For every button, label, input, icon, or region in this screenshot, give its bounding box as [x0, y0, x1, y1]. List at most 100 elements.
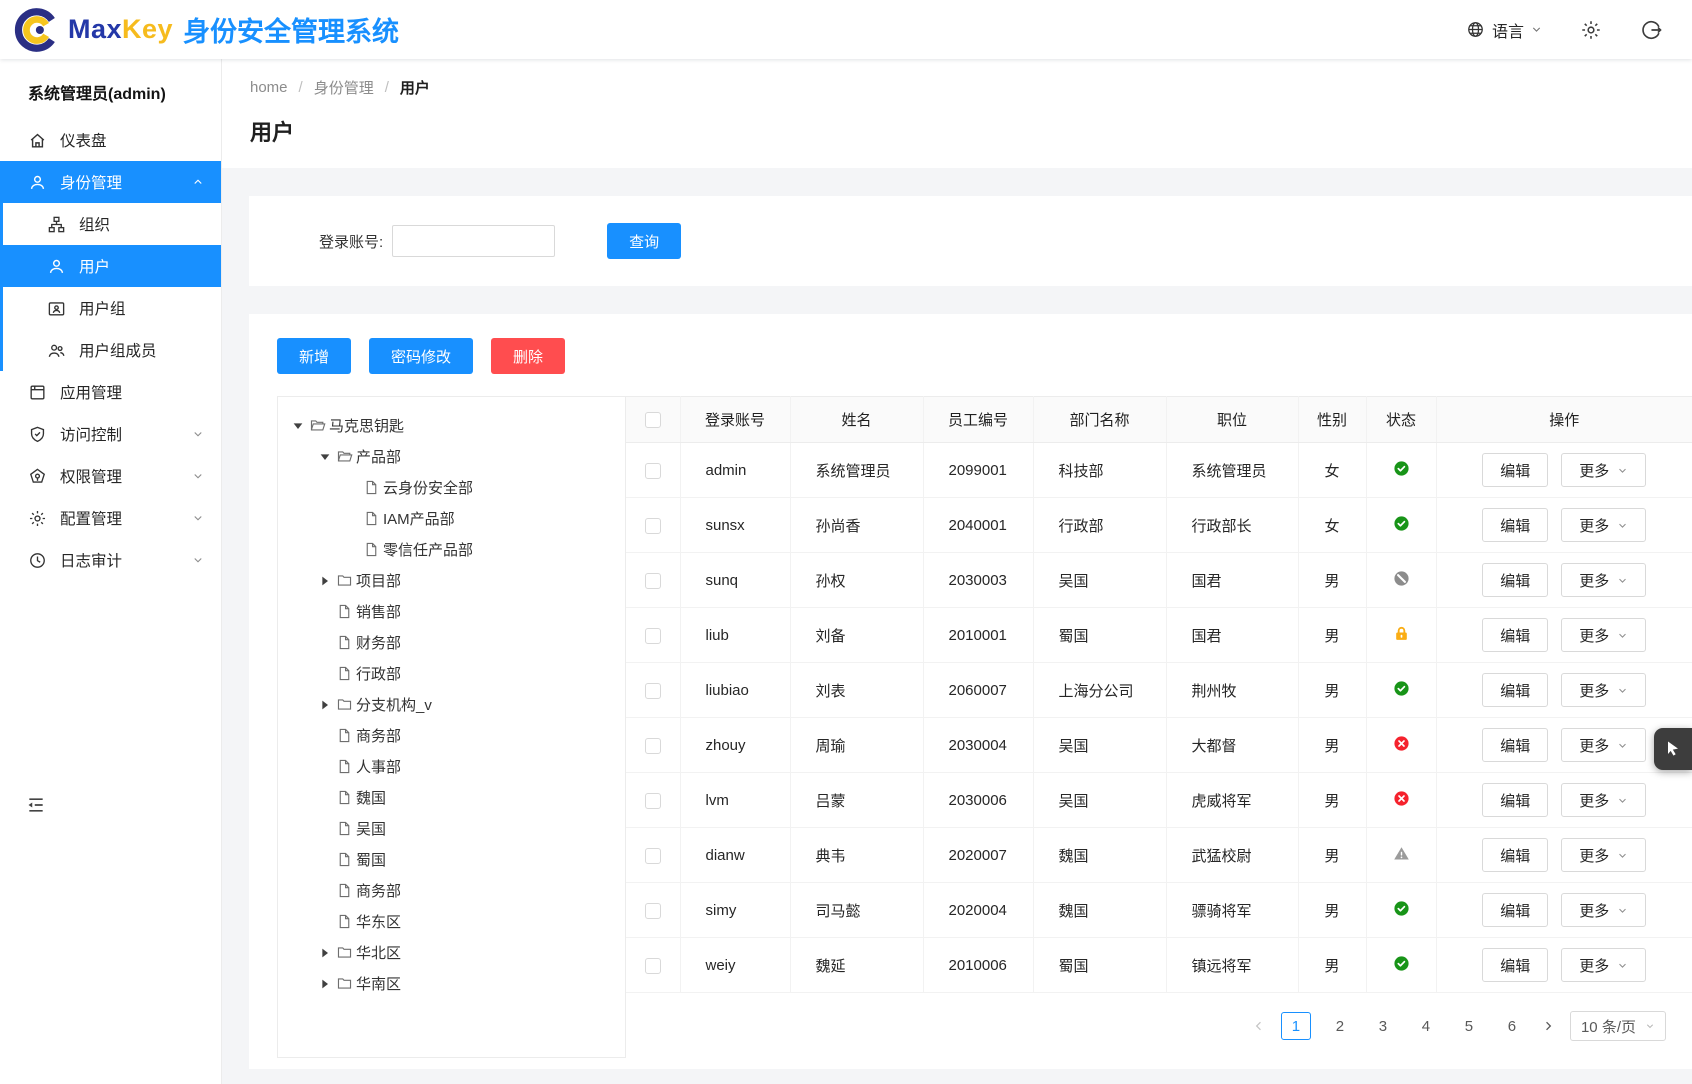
edit-button[interactable]: 编辑: [1482, 673, 1548, 707]
row-checkbox[interactable]: [645, 903, 661, 919]
tree-node[interactable]: 华东区: [278, 906, 625, 937]
sidebar-item-label: 用户: [79, 255, 110, 277]
tree-node[interactable]: 云身份安全部: [278, 472, 625, 503]
breadcrumb-item[interactable]: 身份管理: [314, 77, 374, 98]
row-checkbox[interactable]: [645, 518, 661, 534]
tree-node[interactable]: 产品部: [278, 441, 625, 472]
row-checkbox[interactable]: [645, 573, 661, 589]
tree-node[interactable]: 魏国: [278, 782, 625, 813]
row-checkbox[interactable]: [645, 848, 661, 864]
edit-button[interactable]: 编辑: [1482, 948, 1548, 982]
tree-node[interactable]: 分支机构_v: [278, 689, 625, 720]
tree-node[interactable]: 商务部: [278, 720, 625, 751]
tree-node[interactable]: 华南区: [278, 968, 625, 999]
floating-helper-button[interactable]: [1654, 728, 1692, 770]
row-checkbox[interactable]: [645, 738, 661, 754]
page-button-5[interactable]: 5: [1455, 1012, 1483, 1040]
edit-button[interactable]: 编辑: [1482, 783, 1548, 817]
tree-node[interactable]: 马克思钥匙: [278, 410, 625, 441]
login-account-input[interactable]: [392, 225, 555, 257]
row-actions: 编辑更多: [1437, 838, 1692, 872]
tree-node[interactable]: 零信任产品部: [278, 534, 625, 565]
page-button-2[interactable]: 2: [1326, 1012, 1354, 1040]
cell-department: 上海分公司: [1033, 663, 1166, 718]
more-label: 更多: [1579, 515, 1609, 536]
tree-node-label: 商务部: [356, 880, 401, 901]
tree-node[interactable]: 项目部: [278, 565, 625, 596]
sidebar-item-access-control[interactable]: 访问控制: [0, 413, 221, 455]
tree-node[interactable]: 行政部: [278, 658, 625, 689]
language-selector[interactable]: 语言: [1466, 18, 1542, 42]
more-button[interactable]: 更多: [1561, 948, 1646, 982]
add-button[interactable]: 新增: [277, 338, 351, 374]
file-icon: [363, 479, 380, 496]
more-button[interactable]: 更多: [1561, 618, 1646, 652]
sidebar-item-permission[interactable]: 权限管理: [0, 455, 221, 497]
settings-button[interactable]: [1580, 19, 1602, 41]
query-button[interactable]: 查询: [607, 223, 681, 259]
edit-button[interactable]: 编辑: [1482, 893, 1548, 927]
sidebar-item-apps[interactable]: 应用管理: [0, 371, 221, 413]
folder-icon: [336, 975, 353, 992]
more-button[interactable]: 更多: [1561, 893, 1646, 927]
page-size-select[interactable]: 10 条/页: [1570, 1011, 1666, 1041]
logout-button[interactable]: [1640, 19, 1662, 41]
sidebar-item-user-group[interactable]: 用户组: [0, 287, 221, 329]
row-checkbox[interactable]: [645, 958, 661, 974]
select-all-checkbox[interactable]: [645, 412, 661, 428]
more-button[interactable]: 更多: [1561, 728, 1646, 762]
status-warning-icon: [1393, 845, 1410, 862]
sidebar-item-group-members[interactable]: 用户组成员: [0, 329, 221, 371]
sidebar-item-audit[interactable]: 日志审计: [0, 539, 221, 581]
breadcrumb-item[interactable]: home: [250, 79, 288, 96]
sidebar-item-config[interactable]: 配置管理: [0, 497, 221, 539]
row-checkbox[interactable]: [645, 628, 661, 644]
cell-gender: 男: [1298, 828, 1366, 883]
collapse-sidebar-button[interactable]: [26, 795, 46, 815]
page-button-1[interactable]: 1: [1281, 1012, 1311, 1040]
page-button-4[interactable]: 4: [1412, 1012, 1440, 1040]
page-button-3[interactable]: 3: [1369, 1012, 1397, 1040]
sidebar-item-label: 访问控制: [60, 423, 122, 445]
edit-button[interactable]: 编辑: [1482, 508, 1548, 542]
sidebar-item-identity[interactable]: 身份管理: [0, 161, 221, 203]
tree-node[interactable]: 吴国: [278, 813, 625, 844]
more-button[interactable]: 更多: [1561, 673, 1646, 707]
sidebar: 系统管理员(admin) 仪表盘身份管理组织用户用户组用户组成员应用管理访问控制…: [0, 59, 222, 1084]
sidebar-item-user[interactable]: 用户: [0, 245, 221, 287]
row-checkbox[interactable]: [645, 793, 661, 809]
tree-node[interactable]: IAM产品部: [278, 503, 625, 534]
tree-node-label: 项目部: [356, 570, 401, 591]
edit-button[interactable]: 编辑: [1482, 838, 1548, 872]
sidebar-item-label: 应用管理: [60, 381, 122, 403]
pagination: 123456 10 条/页: [626, 1011, 1666, 1041]
tree-node[interactable]: 销售部: [278, 596, 625, 627]
more-button[interactable]: 更多: [1561, 508, 1646, 542]
row-checkbox[interactable]: [645, 683, 661, 699]
row-actions: 编辑 更多: [1437, 508, 1692, 542]
edit-button[interactable]: 编辑: [1482, 618, 1548, 652]
delete-button[interactable]: 删除: [491, 338, 565, 374]
tree-node[interactable]: 人事部: [278, 751, 625, 782]
edit-button[interactable]: 编辑: [1482, 728, 1548, 762]
change-password-button[interactable]: 密码修改: [369, 338, 473, 374]
page-button-6[interactable]: 6: [1498, 1012, 1526, 1040]
more-button[interactable]: 更多: [1561, 838, 1646, 872]
tree-node[interactable]: 蜀国: [278, 844, 625, 875]
next-page-button[interactable]: [1541, 1019, 1555, 1033]
prev-page-button[interactable]: [1252, 1019, 1266, 1033]
tree-node[interactable]: 商务部: [278, 875, 625, 906]
more-button[interactable]: 更多: [1561, 453, 1646, 487]
chevron-left-icon: [1252, 1019, 1266, 1033]
cell-login: lvm: [680, 773, 790, 828]
more-button[interactable]: 更多: [1561, 563, 1646, 597]
more-button[interactable]: 更多: [1561, 783, 1646, 817]
sidebar-item-dashboard[interactable]: 仪表盘: [0, 119, 221, 161]
tree-node[interactable]: 财务部: [278, 627, 625, 658]
row-checkbox[interactable]: [645, 463, 661, 479]
sidebar-item-org[interactable]: 组织: [0, 203, 221, 245]
edit-button[interactable]: 编辑: [1482, 563, 1548, 597]
edit-button[interactable]: 编辑: [1482, 453, 1548, 487]
cell-position: 大都督: [1166, 718, 1298, 773]
tree-node[interactable]: 华北区: [278, 937, 625, 968]
